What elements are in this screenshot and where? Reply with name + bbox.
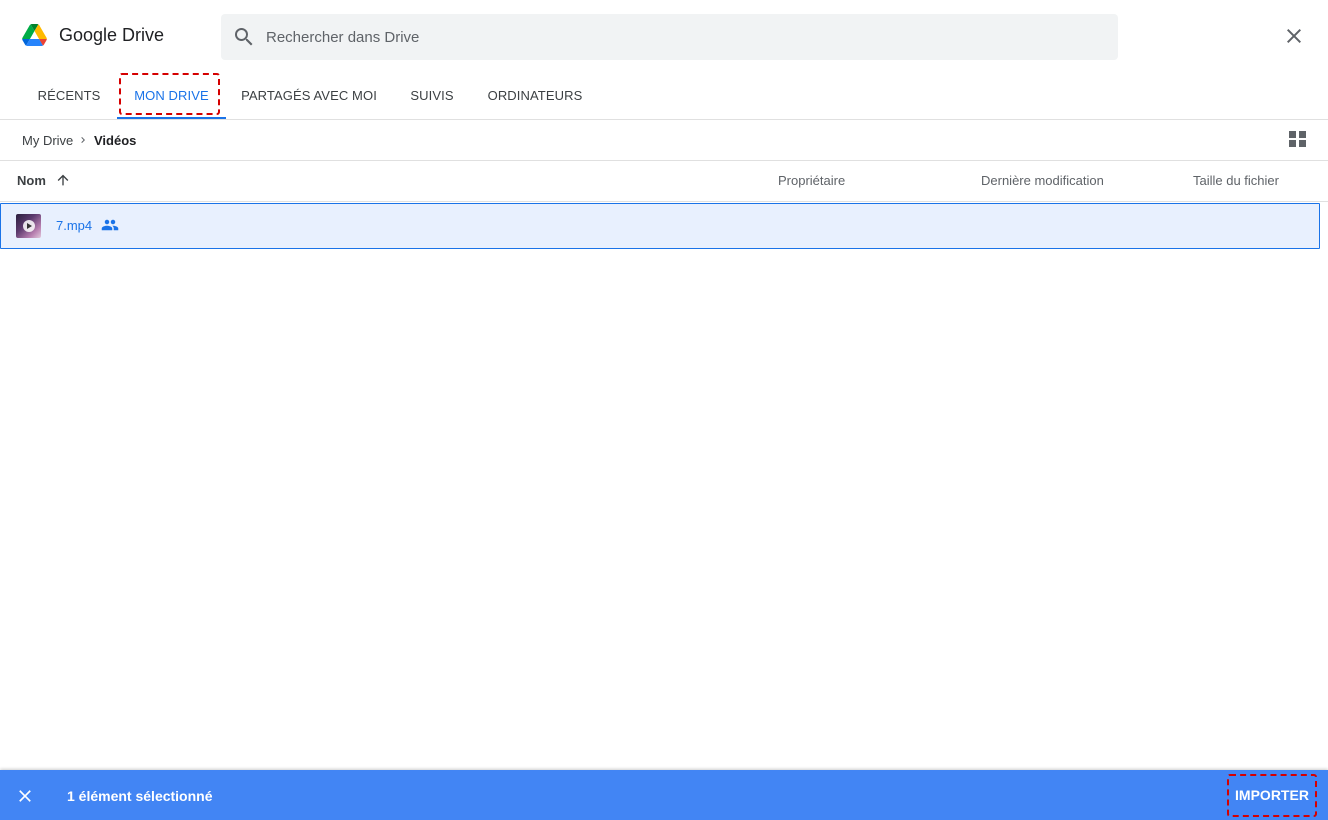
app-title: Google Drive xyxy=(59,25,165,45)
table-header: Nom Propriétaire Dernière modification T… xyxy=(0,161,1328,202)
close-icon[interactable] xyxy=(15,786,35,806)
column-header-modified: Dernière modification xyxy=(981,173,1104,188)
breadcrumb-current: Vidéos xyxy=(94,133,137,148)
arrow-up-icon[interactable] xyxy=(55,172,71,188)
close-icon[interactable] xyxy=(1282,24,1306,48)
column-header-name[interactable]: Nom xyxy=(17,173,46,188)
selection-action-bar: 1 élément sélectionné IMPORTER xyxy=(0,770,1328,820)
chevron-right-icon xyxy=(81,137,85,143)
video-thumbnail xyxy=(16,214,41,238)
tab-my-drive[interactable]: MON DRIVE xyxy=(117,72,226,119)
breadcrumb-root[interactable]: My Drive xyxy=(22,133,73,148)
selection-count: 1 élément sélectionné xyxy=(67,788,213,804)
file-name: 7.mp4 xyxy=(56,218,93,233)
tab-shared-with-me[interactable]: PARTAGÉS AVEC MOI xyxy=(233,72,385,119)
grid-view-icon[interactable] xyxy=(1288,129,1308,149)
google-drive-logo xyxy=(22,24,47,46)
tab-starred[interactable]: SUIVIS xyxy=(399,72,465,119)
column-header-size: Taille du fichier xyxy=(1193,173,1279,188)
tab-recents[interactable]: RÉCENTS xyxy=(28,72,110,119)
table-row[interactable]: 7.mp4 xyxy=(0,203,1320,249)
tab-bar: RÉCENTS MON DRIVE PARTAGÉS AVEC MOI SUIV… xyxy=(0,72,1328,120)
header: Google Drive xyxy=(0,0,1328,72)
search-input[interactable] xyxy=(266,14,1096,60)
play-icon xyxy=(23,220,35,232)
people-icon xyxy=(101,219,119,231)
search-icon[interactable] xyxy=(232,25,256,49)
search-bar[interactable] xyxy=(221,14,1118,60)
import-button[interactable]: IMPORTER xyxy=(1228,775,1316,815)
column-header-owner: Propriétaire xyxy=(778,173,846,188)
breadcrumb: My Drive Vidéos xyxy=(0,120,1328,161)
tab-computers[interactable]: ORDINATEURS xyxy=(480,72,590,119)
